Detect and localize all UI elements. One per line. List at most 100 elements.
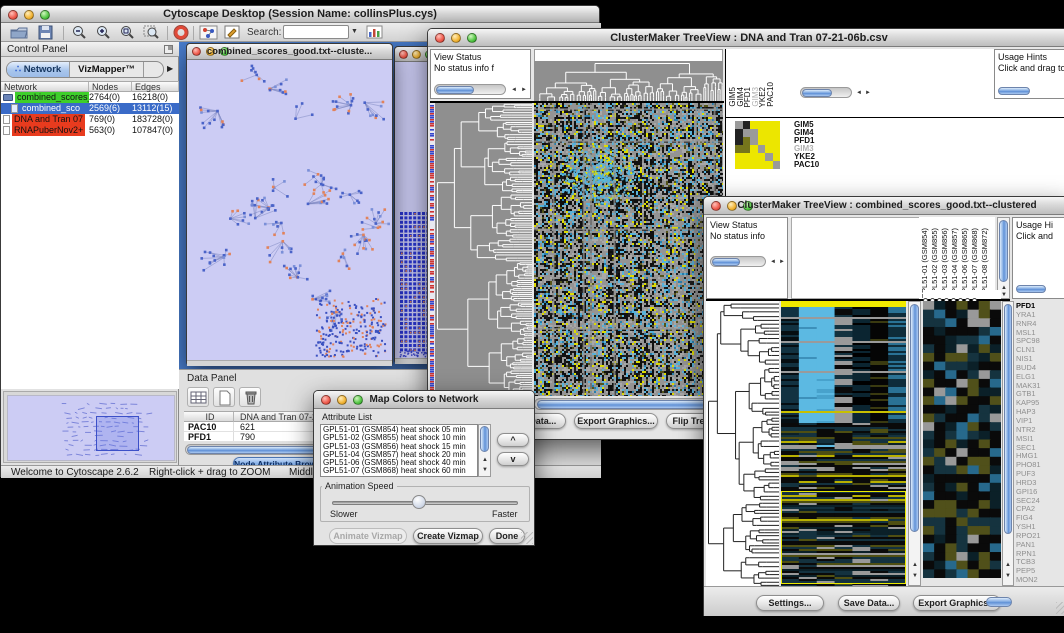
matrix-cell[interactable]: [765, 137, 773, 145]
zoom-fit-icon[interactable]: [119, 25, 139, 41]
scroll-left-icon[interactable]: ◄: [511, 87, 517, 93]
matrix-cell[interactable]: [765, 129, 773, 137]
tv2-row-dendrogram[interactable]: [706, 301, 779, 586]
tv1-column-dendrogram[interactable]: [534, 61, 723, 101]
scroll-left-icon[interactable]: ◄: [770, 259, 776, 265]
matrix-cell[interactable]: [750, 145, 758, 153]
treeview-combined-titlebar[interactable]: ClusterMaker TreeView : combined_scores_…: [704, 197, 1064, 215]
matrix-cell[interactable]: [735, 137, 743, 145]
matrix-cell[interactable]: [758, 161, 766, 169]
matrix-cell[interactable]: [765, 153, 773, 161]
attribute-item[interactable]: GPL51-04 (GSM857) heat shock 20 min: [323, 451, 477, 459]
dialog-titlebar[interactable]: Map Colors to Network: [314, 391, 534, 409]
matrix-cell[interactable]: [758, 137, 766, 145]
tab-overflow-icon[interactable]: ▶: [167, 64, 173, 73]
matrix-cell[interactable]: [735, 161, 743, 169]
tv2-status-scrollbar[interactable]: [710, 256, 766, 267]
network-nodes-icon[interactable]: [199, 25, 219, 41]
matrix-cell[interactable]: [773, 137, 781, 145]
tv2-settings-button[interactable]: Settings...: [756, 595, 824, 611]
tab-network[interactable]: ∴ Network: [7, 62, 70, 77]
scroll-right-icon[interactable]: ►: [779, 259, 785, 265]
tv1-export-graphics-button[interactable]: Export Graphics...: [574, 413, 658, 429]
table-grid-icon[interactable]: [187, 387, 209, 407]
matrix-cell[interactable]: [735, 153, 743, 161]
tv2-save-data-button[interactable]: Save Data...: [838, 595, 900, 611]
new-attribute-icon[interactable]: [213, 387, 235, 407]
tv1-status-scrollbar[interactable]: [434, 84, 506, 95]
zoom-in-icon[interactable]: [95, 25, 115, 41]
tv1-row-dendrogram[interactable]: [435, 103, 532, 396]
chart-tool-icon[interactable]: [365, 25, 385, 41]
scroll-down-icon[interactable]: ▼: [482, 467, 488, 473]
network-overview-canvas[interactable]: [7, 395, 175, 461]
usage-scrollbar-thumb[interactable]: [1016, 285, 1046, 293]
animate-vizmap-button[interactable]: Animate Vizmap: [329, 528, 407, 544]
matrix-cell[interactable]: [758, 153, 766, 161]
matrix-cell[interactable]: [750, 129, 758, 137]
tv1-heatmap[interactable]: [534, 103, 723, 396]
matrix-cell[interactable]: [743, 129, 751, 137]
attribute-list-scrollbar[interactable]: ▲ ▼: [478, 424, 491, 477]
attribute-item[interactable]: GPL51-03 (GSM856) heat shock 15 min: [323, 443, 477, 451]
create-vizmap-button[interactable]: Create Vizmap: [413, 528, 483, 544]
matrix-cell[interactable]: [743, 161, 751, 169]
speed-slider-thumb[interactable]: [412, 495, 426, 509]
matrix-cell[interactable]: [773, 161, 781, 169]
network-view-canvas[interactable]: [187, 60, 392, 360]
search-input[interactable]: [283, 25, 349, 39]
tab-vizmapper[interactable]: VizMapper™: [70, 62, 144, 77]
matrix-cell[interactable]: [758, 145, 766, 153]
matrix-cell[interactable]: [735, 145, 743, 153]
network-row[interactable]: DNA and Tran 07769(0)183728(0): [1, 114, 179, 125]
matrix-cell[interactable]: [765, 145, 773, 153]
tv2-heatmap-vscrollbar[interactable]: ▲▼: [908, 301, 921, 586]
matrix-cell[interactable]: [765, 121, 773, 129]
move-down-button[interactable]: v: [497, 452, 529, 466]
matrix-cell[interactable]: [750, 121, 758, 129]
matrix-cell[interactable]: [773, 153, 781, 161]
matrix-cell[interactable]: [743, 153, 751, 161]
search-dropdown-icon[interactable]: ▼: [351, 28, 358, 35]
matrix-cell[interactable]: [743, 145, 751, 153]
network-row[interactable]: combined_scores_2764(0)16218(0): [1, 92, 179, 103]
matrix-cell[interactable]: [750, 137, 758, 145]
minimize-icon[interactable]: [412, 50, 421, 59]
matrix-cell[interactable]: [750, 153, 758, 161]
open-file-icon[interactable]: [9, 25, 29, 41]
treeview-dna-titlebar[interactable]: ClusterMaker TreeView : DNA and Tran 07-…: [428, 29, 1064, 47]
attribute-item[interactable]: GPL51-07 (GSM868) heat shock 60 min: [323, 467, 477, 475]
network-row[interactable]: combined_sco2569(6)13112(15): [1, 103, 179, 114]
help-ring-icon[interactable]: [173, 25, 193, 41]
tv1-heatmap-hscrollbar[interactable]: [534, 398, 723, 410]
scroll-right-icon[interactable]: ►: [521, 87, 527, 93]
float-panel-icon[interactable]: [164, 45, 173, 54]
matrix-cell[interactable]: [735, 129, 743, 137]
network-view-titlebar[interactable]: combined_scores_good.txt--cluste...: [187, 44, 392, 60]
resize-grip[interactable]: [1056, 602, 1064, 614]
matrix-cell[interactable]: [765, 161, 773, 169]
attribute-item[interactable]: GPL51-01 (GSM854) heat shock 05 min: [323, 426, 477, 434]
scroll-up-icon[interactable]: ▲: [482, 457, 488, 463]
attribute-item[interactable]: GPL51-06 (GSM865) heat shock 40 min: [323, 459, 477, 467]
gene-hscrollbar-thumb[interactable]: [986, 597, 1012, 607]
delete-attribute-icon[interactable]: [239, 387, 261, 407]
matrix-cell[interactable]: [773, 145, 781, 153]
tv2-heatmap[interactable]: [781, 301, 906, 586]
zoom-out-icon[interactable]: [71, 25, 91, 41]
matrix-cell[interactable]: [743, 121, 751, 129]
network-table-header[interactable]: Network Nodes Edges: [1, 81, 179, 92]
move-up-button[interactable]: ^: [497, 433, 529, 447]
matrix-cell[interactable]: [735, 121, 743, 129]
save-session-icon[interactable]: [37, 25, 57, 41]
network-row[interactable]: RNAPuberNov2+563(0)107847(0): [1, 125, 179, 136]
done-button[interactable]: Done: [489, 528, 525, 544]
zoom-selected-icon[interactable]: [143, 25, 163, 41]
resize-grip[interactable]: [521, 532, 533, 544]
tv2-genes-vscrollbar[interactable]: ▲▼: [1002, 301, 1014, 586]
usage-scrollbar-thumb[interactable]: [998, 87, 1030, 95]
matrix-cell[interactable]: [773, 121, 781, 129]
matrix-cell[interactable]: [743, 137, 751, 145]
matrix-cell[interactable]: [758, 129, 766, 137]
main-titlebar[interactable]: Cytoscape Desktop (Session Name: collins…: [1, 6, 599, 23]
